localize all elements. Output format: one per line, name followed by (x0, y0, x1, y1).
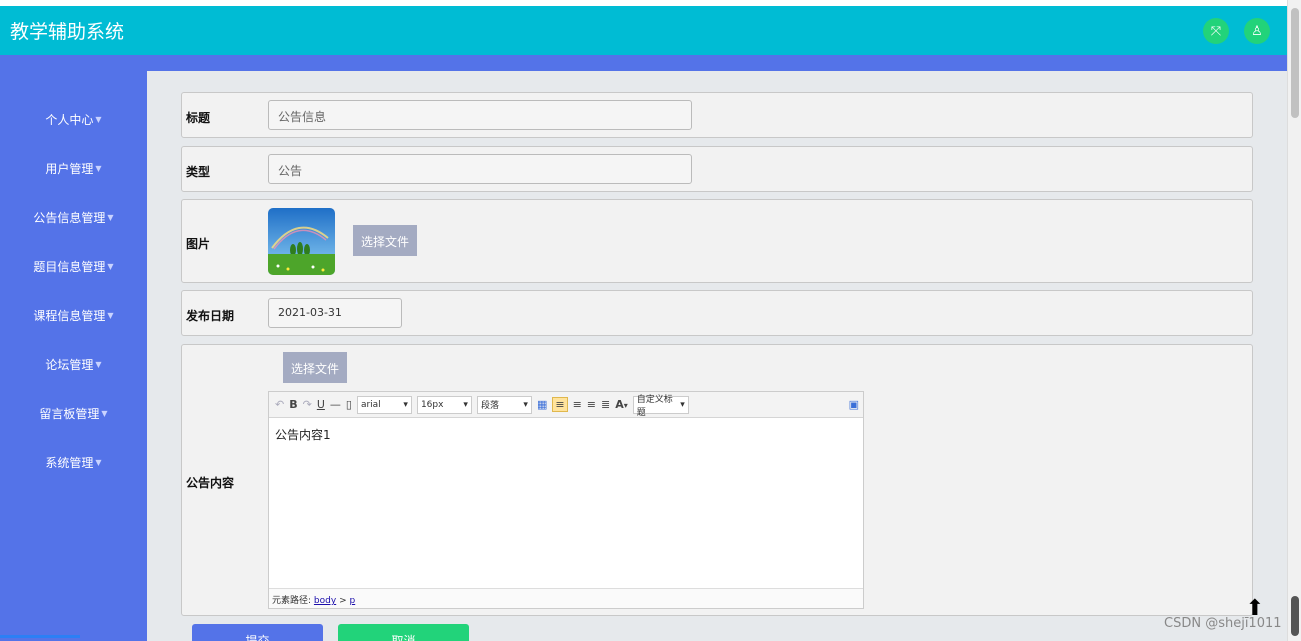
main-content: 标题 公告信息 类型 公告 图片 选择文件 发布日期 2021-03-31 公告… (147, 71, 1287, 641)
sidebar: 个人中心 ▼ 用户管理 ▼ 公告信息管理 ▼ 题目信息管理 ▼ 课程信息管理 ▼ 论坛管理… (0, 55, 147, 641)
form-row-content: 公告内容 选择文件 ↶ B ↷ U — ▯ arial ▾ 16px ▾ 段落 ▾ ▦… (181, 344, 1253, 616)
content-label: 公告内容 (186, 476, 235, 490)
undo-icon[interactable]: ↶ (275, 398, 284, 411)
image-label: 图片 (186, 237, 211, 251)
sidebar-item-message-board[interactable]: 留言板管理 ▼ (0, 389, 147, 438)
choose-content-file-button[interactable]: 选择文件 (283, 352, 348, 383)
expand-icon[interactable]: ⤧ (1203, 18, 1229, 44)
user-icon[interactable]: ♙ (1244, 18, 1270, 44)
scrollbar-thumb[interactable] (1291, 8, 1299, 118)
page-icon[interactable]: ▯ (346, 398, 352, 411)
editor-content-area[interactable]: 公告内容1 (269, 418, 863, 588)
uploaded-image-thumbnail[interactable] (268, 208, 335, 275)
redo-icon[interactable]: ↷ (303, 398, 312, 411)
choose-image-file-button[interactable]: 选择文件 (353, 225, 418, 256)
caret-down-icon: ▼ (95, 458, 102, 467)
underline-button[interactable]: U (317, 398, 325, 411)
header-strip (0, 55, 1287, 71)
page-scrollbar[interactable] (1287, 0, 1301, 641)
sidebar-item-user-management[interactable]: 用户管理 ▼ (0, 144, 147, 193)
watermark: CSDN @shejī1011 (1164, 616, 1282, 631)
caret-down-icon: ▾ (523, 399, 528, 410)
form-row-image: 图片 选择文件 (181, 199, 1253, 283)
sidebar-item-course-management[interactable]: 课程信息管理 ▼ (0, 291, 147, 340)
horizontal-rule-icon[interactable]: — (330, 398, 341, 411)
type-label: 类型 (186, 165, 211, 179)
title-input[interactable]: 公告信息 (268, 100, 692, 130)
table-icon[interactable]: ▦ (537, 398, 547, 411)
title-label: 标题 (186, 111, 211, 125)
top-header: 教学辅助系统 ⤧ ♙ (0, 6, 1287, 55)
paragraph-select[interactable]: 段落 ▾ (476, 395, 532, 414)
submit-button[interactable]: 提交 (192, 624, 323, 641)
scrollbar-thumb-lower[interactable] (1291, 596, 1299, 636)
caret-down-icon: ▾ (463, 399, 468, 410)
form-row-title: 标题 公告信息 (181, 92, 1253, 138)
caret-down-icon: ▾ (403, 399, 408, 410)
align-justify-icon[interactable]: ≣ (601, 398, 610, 411)
editor-toolbar: ↶ B ↷ U — ▯ arial ▾ 16px ▾ 段落 ▾ ▦ ≡ ≡ ≡ ≣ A… (269, 392, 863, 418)
sidebar-item-forum-management[interactable]: 论坛管理 ▼ (0, 340, 147, 389)
font-color-button[interactable]: A▾ (615, 398, 628, 411)
path-body-link[interactable]: body (314, 596, 336, 606)
app-title: 教学辅助系统 (10, 21, 125, 43)
sidebar-item-notice-management[interactable]: 公告信息管理 ▼ (0, 193, 147, 242)
sidebar-item-personal-center[interactable]: 个人中心 ▼ (0, 95, 147, 144)
caret-down-icon: ▼ (101, 409, 108, 418)
element-path-bar: 元素路径: body > p (269, 588, 863, 608)
rich-text-editor: ↶ B ↷ U — ▯ arial ▾ 16px ▾ 段落 ▾ ▦ ≡ ≡ ≡ ≣ A… (268, 391, 864, 609)
caret-down-icon: ▼ (107, 311, 114, 320)
type-input[interactable]: 公告 (268, 154, 692, 184)
cancel-button[interactable]: 取消 (338, 624, 469, 641)
align-right-icon[interactable]: ≡ (587, 398, 596, 411)
progress-line (0, 635, 80, 638)
date-input[interactable]: 2021-03-31 (268, 298, 402, 328)
landscape-image (268, 208, 335, 275)
path-p-link[interactable]: p (349, 596, 355, 606)
form-row-type: 类型 公告 (181, 146, 1253, 192)
preview-icon[interactable]: ▣ (849, 398, 859, 411)
sidebar-item-system-management[interactable]: 系统管理 ▼ (0, 438, 147, 487)
custom-title-select[interactable]: 自定义标题 ▾ (632, 395, 689, 418)
align-left-icon[interactable]: ≡ (552, 397, 568, 412)
caret-down-icon: ▾ (623, 401, 628, 410)
caret-down-icon: ▾ (680, 399, 685, 410)
font-family-select[interactable]: arial ▾ (356, 395, 412, 414)
bold-button[interactable]: B (289, 398, 297, 411)
sidebar-item-question-management[interactable]: 题目信息管理 ▼ (0, 242, 147, 291)
font-size-select[interactable]: 16px ▾ (416, 395, 472, 414)
caret-down-icon: ▼ (95, 360, 102, 369)
caret-down-icon: ▼ (107, 213, 114, 222)
align-center-icon[interactable]: ≡ (573, 398, 582, 411)
caret-down-icon: ▼ (95, 164, 102, 173)
date-label: 发布日期 (186, 309, 235, 323)
form-row-date: 发布日期 2021-03-31 (181, 290, 1253, 336)
caret-down-icon: ▼ (107, 262, 114, 271)
caret-down-icon: ▼ (95, 115, 102, 124)
